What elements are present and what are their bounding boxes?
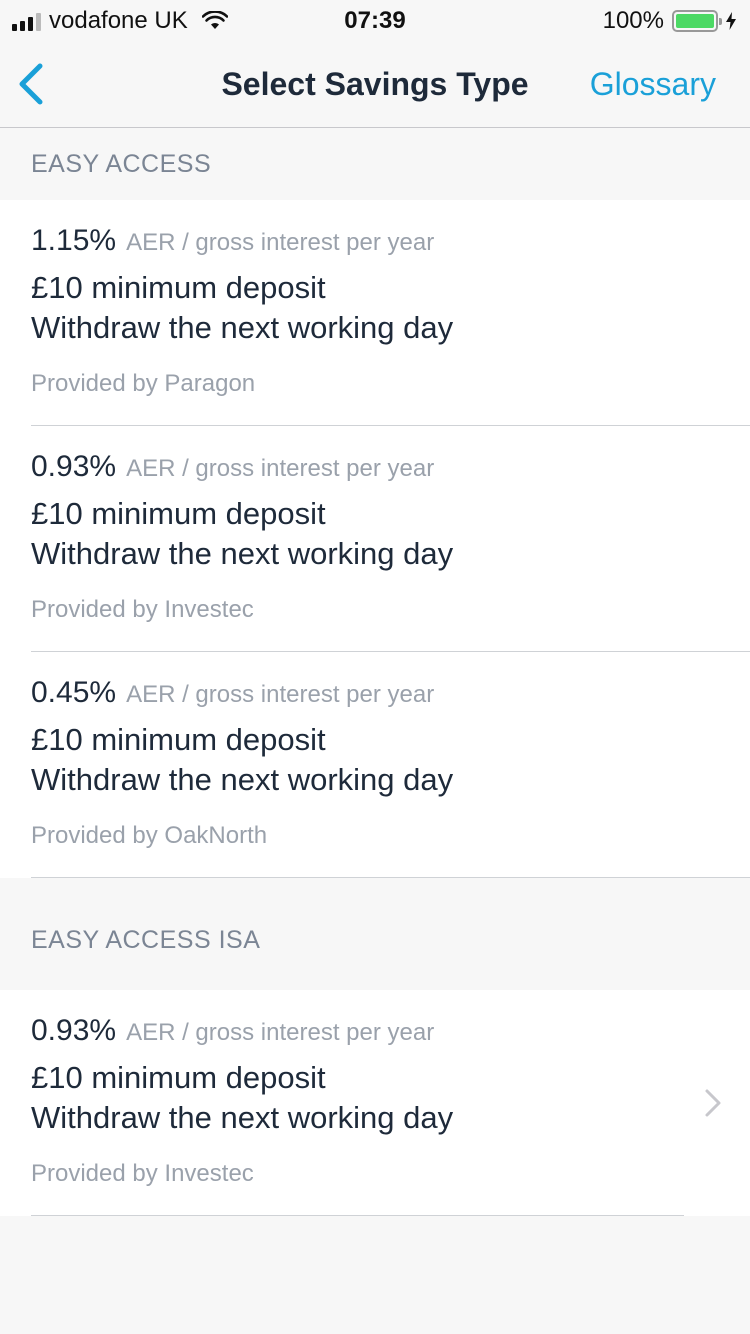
rate-description: AER / gross interest per year	[126, 681, 435, 708]
charging-bolt-icon	[726, 12, 736, 30]
provider-label: Provided by OakNorth	[31, 822, 268, 849]
chevron-right-icon	[705, 1089, 721, 1117]
navigation-bar: Select Savings Type Glossary	[0, 40, 750, 128]
section-header-easy-access-isa: EASY ACCESS ISA	[0, 926, 750, 990]
withdrawal-terms: Withdraw the next working day	[31, 1100, 454, 1135]
section-spacer	[0, 878, 750, 926]
glossary-button[interactable]: Glossary	[590, 66, 716, 103]
minimum-deposit: £10 minimum deposit	[31, 1060, 326, 1095]
rate-description: AER / gross interest per year	[126, 455, 435, 482]
minimum-deposit: £10 minimum deposit	[31, 270, 326, 305]
provider-label: Provided by Paragon	[31, 370, 256, 397]
savings-option-investec[interactable]: 0.93% AER / gross interest per year £10 …	[0, 426, 750, 652]
battery-icon	[672, 10, 722, 32]
savings-option-oaknorth[interactable]: 0.45% AER / gross interest per year £10 …	[0, 652, 750, 878]
savings-option-investec-isa[interactable]: 0.93% AER / gross interest per year £10 …	[0, 990, 750, 1216]
minimum-deposit: £10 minimum deposit	[31, 722, 326, 757]
rate-description: AER / gross interest per year	[126, 1019, 435, 1046]
withdrawal-terms: Withdraw the next working day	[31, 310, 454, 345]
row-divider	[31, 877, 750, 878]
withdrawal-terms: Withdraw the next working day	[31, 762, 454, 797]
savings-option-paragon[interactable]: 1.15% AER / gross interest per year £10 …	[0, 200, 750, 426]
interest-rate: 0.45%	[31, 676, 117, 709]
status-bar: vodafone UK 07:39 100%	[0, 0, 750, 40]
provider-label: Provided by Investec	[31, 596, 254, 623]
section-header-easy-access: EASY ACCESS	[0, 128, 750, 200]
savings-list-easy-access: 1.15% AER / gross interest per year £10 …	[0, 200, 750, 878]
savings-list-easy-access-isa: 0.93% AER / gross interest per year £10 …	[0, 990, 750, 1216]
row-divider	[31, 1215, 684, 1216]
battery-percent: 100%	[602, 7, 664, 34]
rate-description: AER / gross interest per year	[126, 229, 435, 256]
interest-rate: 0.93%	[31, 1014, 117, 1047]
provider-label: Provided by Investec	[31, 1160, 254, 1187]
status-bar-right: 100%	[603, 7, 736, 35]
minimum-deposit: £10 minimum deposit	[31, 496, 326, 531]
withdrawal-terms: Withdraw the next working day	[31, 536, 454, 571]
interest-rate: 1.15%	[31, 224, 117, 257]
interest-rate: 0.93%	[31, 450, 117, 483]
